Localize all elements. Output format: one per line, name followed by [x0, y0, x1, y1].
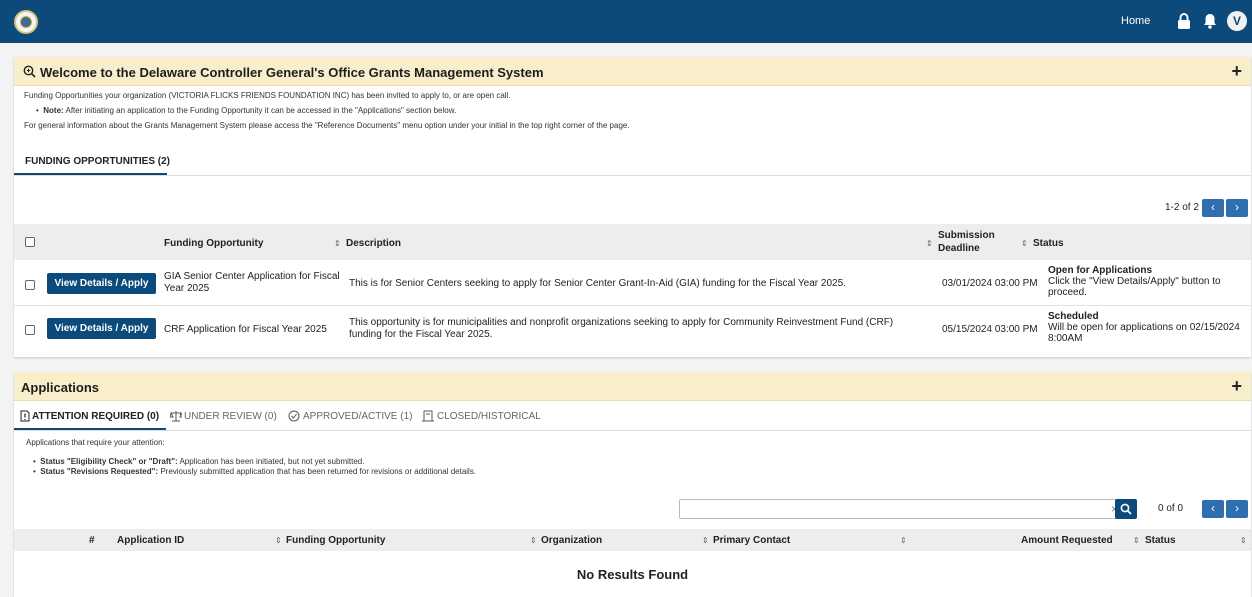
table-row: View Details / Apply GIA Senior Center A… [14, 260, 1251, 306]
search-button[interactable] [1115, 499, 1137, 519]
funding-opportunities-panel: Welcome to the Delaware Controller Gener… [14, 57, 1251, 357]
panel-header: Applications + [14, 372, 1251, 401]
tab-funding-opportunities[interactable]: FUNDING OPPORTUNITIES (2) [25, 156, 170, 167]
submission-deadline: 05/15/2024 03:00 PM [942, 324, 1038, 335]
opportunity-description: funding for the Fiscal Year 2025. [349, 329, 493, 340]
top-navigation-bar: Home V [0, 0, 1252, 43]
column-number[interactable]: # [89, 535, 95, 546]
bullet-text: Previously submitted application that ha… [158, 467, 477, 476]
document-alert-icon [20, 410, 30, 422]
status-detail: 8:00AM [1048, 333, 1083, 344]
sort-icon[interactable]: ⇕ [275, 536, 282, 545]
search-icon [1120, 503, 1132, 515]
divider [14, 175, 1251, 176]
opportunity-description: This is for Senior Centers seeking to ap… [349, 278, 846, 289]
column-description[interactable]: Description [346, 238, 401, 249]
tab-label: CLOSED/HISTORICAL [437, 411, 541, 422]
scale-icon [170, 411, 182, 422]
home-link[interactable]: Home [1121, 15, 1150, 27]
bullet-label: Status "Revisions Requested": [40, 467, 159, 476]
bullet-text: Application has been initiated, but not … [177, 457, 365, 466]
column-status[interactable]: Status [1145, 535, 1176, 546]
pager-prev-button[interactable]: ‹ [1202, 500, 1224, 518]
panel-title: Welcome to the Delaware Controller Gener… [40, 65, 544, 80]
applications-intro: Applications that require your attention… [26, 438, 165, 447]
column-deadline-line2[interactable]: Deadline [938, 243, 980, 254]
status-bullet: • Status "Eligibility Check" or "Draft":… [33, 457, 365, 466]
divider [14, 430, 1251, 431]
tab-approved-active[interactable]: APPROVED/ACTIVE (1) [288, 406, 412, 428]
sort-icon[interactable]: ⇕ [702, 536, 709, 545]
column-status[interactable]: Status [1033, 238, 1064, 249]
empty-state-text: No Results Found [576, 567, 689, 582]
view-details-apply-button[interactable]: View Details / Apply [47, 273, 156, 294]
sort-icon[interactable]: ⇕ [900, 536, 907, 545]
pager-prev-button[interactable]: ‹ [1202, 199, 1224, 217]
tab-label: UNDER REVIEW (0) [184, 411, 277, 422]
applications-panel: Applications + ATTENTION REQUIRED (0) UN… [14, 372, 1251, 597]
sort-icon[interactable]: ⇕ [1021, 239, 1028, 248]
expand-button[interactable]: + [1231, 376, 1242, 397]
tab-label: ATTENTION REQUIRED (0) [32, 411, 160, 422]
tab-attention-required[interactable]: ATTENTION REQUIRED (0) [18, 406, 160, 428]
search-icon [23, 65, 36, 78]
expand-button[interactable]: + [1231, 61, 1242, 82]
note-bullet: • Note: After initiating an application … [36, 106, 457, 115]
column-organization[interactable]: Organization [541, 535, 602, 546]
sort-icon[interactable]: ⇕ [1240, 536, 1247, 545]
bell-icon[interactable] [1203, 13, 1217, 29]
column-amount-requested[interactable]: Amount Requested [1021, 535, 1113, 546]
tab-label: APPROVED/ACTIVE (1) [303, 411, 413, 422]
intro-text: Funding Opportunities your organization … [24, 91, 511, 100]
delaware-seal-icon[interactable] [14, 10, 38, 34]
view-details-apply-button[interactable]: View Details / Apply [47, 318, 156, 339]
opportunity-description: This opportunity is for municipalities a… [349, 317, 894, 328]
select-all-checkbox[interactable] [25, 237, 35, 247]
row-checkbox[interactable] [25, 325, 35, 335]
column-funding-opportunity[interactable]: Funding Opportunity [164, 238, 263, 249]
search-input[interactable]: × [679, 499, 1124, 519]
row-checkbox[interactable] [25, 280, 35, 290]
column-primary-contact[interactable]: Primary Contact [713, 535, 790, 546]
pager-next-button[interactable]: › [1226, 500, 1248, 518]
user-avatar[interactable]: V [1227, 11, 1247, 31]
panel-title: Applications [21, 380, 100, 395]
sort-icon[interactable]: ⇕ [926, 239, 933, 248]
status-bullet: • Status "Revisions Requested": Previous… [33, 467, 477, 476]
note-label: Note: [43, 106, 64, 115]
bullet-label: Status "Eligibility Check" or "Draft": [40, 457, 178, 466]
sort-icon[interactable]: ⇕ [334, 239, 341, 248]
sort-icon[interactable]: ⇕ [1133, 536, 1140, 545]
pager-count: 1-2 of 2 [1165, 202, 1199, 213]
table-row: View Details / Apply CRF Application for… [14, 306, 1251, 352]
column-deadline-line1[interactable]: Submission [938, 230, 995, 241]
tab-closed-historical[interactable]: CLOSED/HISTORICAL [422, 406, 552, 428]
sort-icon[interactable]: ⇕ [530, 536, 537, 545]
column-funding-opportunity[interactable]: Funding Opportunity [286, 535, 385, 546]
note-text: After initiating an application to the F… [63, 106, 457, 115]
pager-count: 0 of 0 [1158, 503, 1184, 514]
lock-icon[interactable] [1177, 13, 1191, 29]
status-detail: proceed. [1048, 287, 1087, 298]
panel-header: Welcome to the Delaware Controller Gener… [14, 57, 1251, 86]
pager-next-button[interactable]: › [1226, 199, 1248, 217]
check-circle-icon [288, 410, 300, 422]
tab-under-review[interactable]: UNDER REVIEW (0) [170, 406, 277, 428]
submission-deadline: 03/01/2024 03:00 PM [942, 278, 1038, 289]
opportunity-name: GIA Senior Center Application for Fiscal [164, 271, 340, 282]
column-application-id[interactable]: Application ID [117, 535, 184, 546]
opportunity-name: CRF Application for Fiscal Year 2025 [164, 324, 327, 335]
general-info-text: For general information about the Grants… [24, 121, 630, 130]
archive-icon [422, 410, 434, 422]
opportunity-name: Year 2025 [164, 283, 210, 294]
